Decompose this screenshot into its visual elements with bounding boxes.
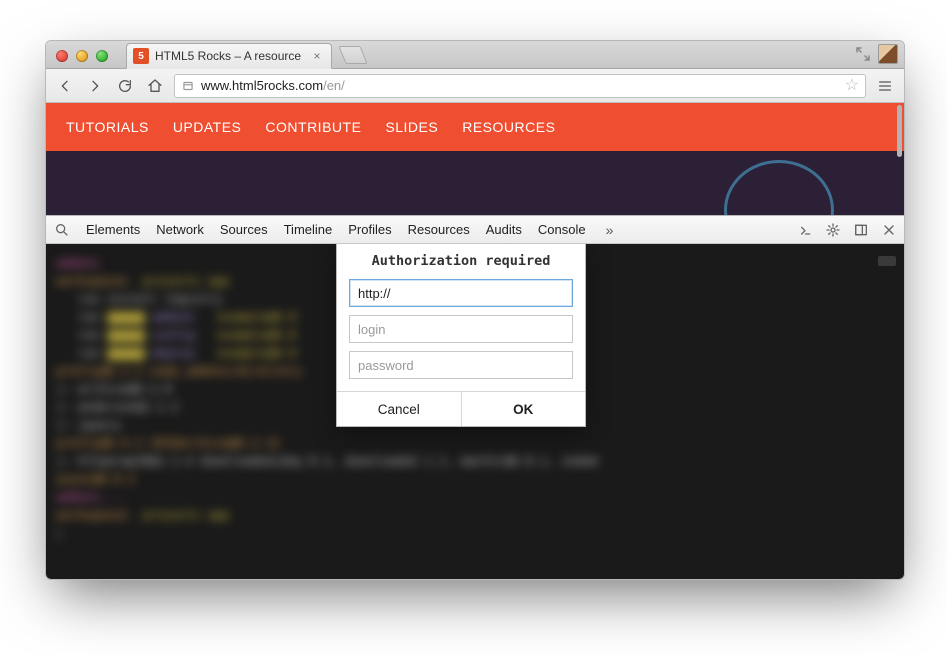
browser-window: HTML5 Rocks – A resource × (45, 40, 905, 580)
nav-item-slides[interactable]: SLIDES (385, 119, 438, 135)
forward-button[interactable] (84, 75, 106, 97)
nav-item-contribute[interactable]: CONTRIBUTE (265, 119, 361, 135)
window-controls (46, 50, 116, 68)
show-drawer-icon[interactable] (796, 221, 814, 239)
devtools-tab-sources[interactable]: Sources (220, 222, 268, 237)
devtools-tab-elements[interactable]: Elements (86, 222, 140, 237)
devtools-tab-console[interactable]: Console (538, 222, 586, 237)
site-hero (46, 151, 904, 215)
devtools-tab-resources[interactable]: Resources (408, 222, 470, 237)
auth-login-field[interactable] (349, 315, 573, 343)
site-identity-icon (181, 79, 195, 93)
profile-avatar[interactable] (878, 44, 898, 64)
browser-tab[interactable]: HTML5 Rocks – A resource × (126, 43, 332, 69)
home-button[interactable] (144, 75, 166, 97)
reload-button[interactable] (114, 75, 136, 97)
nav-item-resources[interactable]: RESOURCES (462, 119, 555, 135)
site-nav: TUTORIALS UPDATES CONTRIBUTE SLIDES RESO… (46, 103, 904, 151)
tab-strip: HTML5 Rocks – A resource × (46, 41, 904, 69)
nav-item-updates[interactable]: UPDATES (173, 119, 242, 135)
auth-cancel-button[interactable]: Cancel (337, 392, 461, 426)
zoom-window-button[interactable] (96, 50, 108, 62)
devtools-body: addons workspaces projects app run insta… (46, 244, 904, 579)
close-tab-icon[interactable]: × (311, 50, 323, 62)
auth-url-field[interactable] (349, 279, 573, 307)
bookmark-star-icon[interactable]: ☆ (845, 78, 859, 94)
devtools-tab-network[interactable]: Network (156, 222, 204, 237)
auth-modal-title: Authorization required (337, 244, 585, 279)
auth-modal: Authorization required Cancel OK (336, 244, 586, 427)
toolbar: www.html5rocks.com/en/ ☆ (46, 69, 904, 103)
minimize-window-button[interactable] (76, 50, 88, 62)
devtools-tab-profiles[interactable]: Profiles (348, 222, 391, 237)
tab-title: HTML5 Rocks – A resource (155, 49, 301, 63)
devtools-panel: Elements Network Sources Timeline Profil… (46, 215, 904, 579)
devtools-settings-icon[interactable] (824, 221, 842, 239)
page-viewport: TUTORIALS UPDATES CONTRIBUTE SLIDES RESO… (46, 103, 904, 579)
url-text: www.html5rocks.com/en/ (201, 78, 839, 93)
new-tab-button[interactable] (338, 46, 367, 64)
devtools-search-icon[interactable] (54, 222, 70, 238)
dock-side-icon[interactable] (852, 221, 870, 239)
url-path: /en/ (323, 78, 345, 93)
back-button[interactable] (54, 75, 76, 97)
close-window-button[interactable] (56, 50, 68, 62)
url-host: www.html5rocks.com (201, 78, 323, 93)
devtools-tab-timeline[interactable]: Timeline (284, 222, 333, 237)
devtools-tab-audits[interactable]: Audits (486, 222, 522, 237)
nav-item-tutorials[interactable]: TUTORIALS (66, 119, 149, 135)
devtools-more-tabs-icon[interactable]: » (602, 222, 618, 238)
devtools-toolbar: Elements Network Sources Timeline Profil… (46, 216, 904, 244)
page-scrollbar[interactable] (896, 103, 904, 579)
enter-fullscreen-icon[interactable] (854, 45, 872, 63)
address-bar[interactable]: www.html5rocks.com/en/ ☆ (174, 74, 866, 98)
auth-password-field[interactable] (349, 351, 573, 379)
html5-favicon-icon (133, 48, 149, 64)
auth-ok-button[interactable]: OK (461, 392, 586, 426)
chrome-menu-button[interactable] (874, 75, 896, 97)
